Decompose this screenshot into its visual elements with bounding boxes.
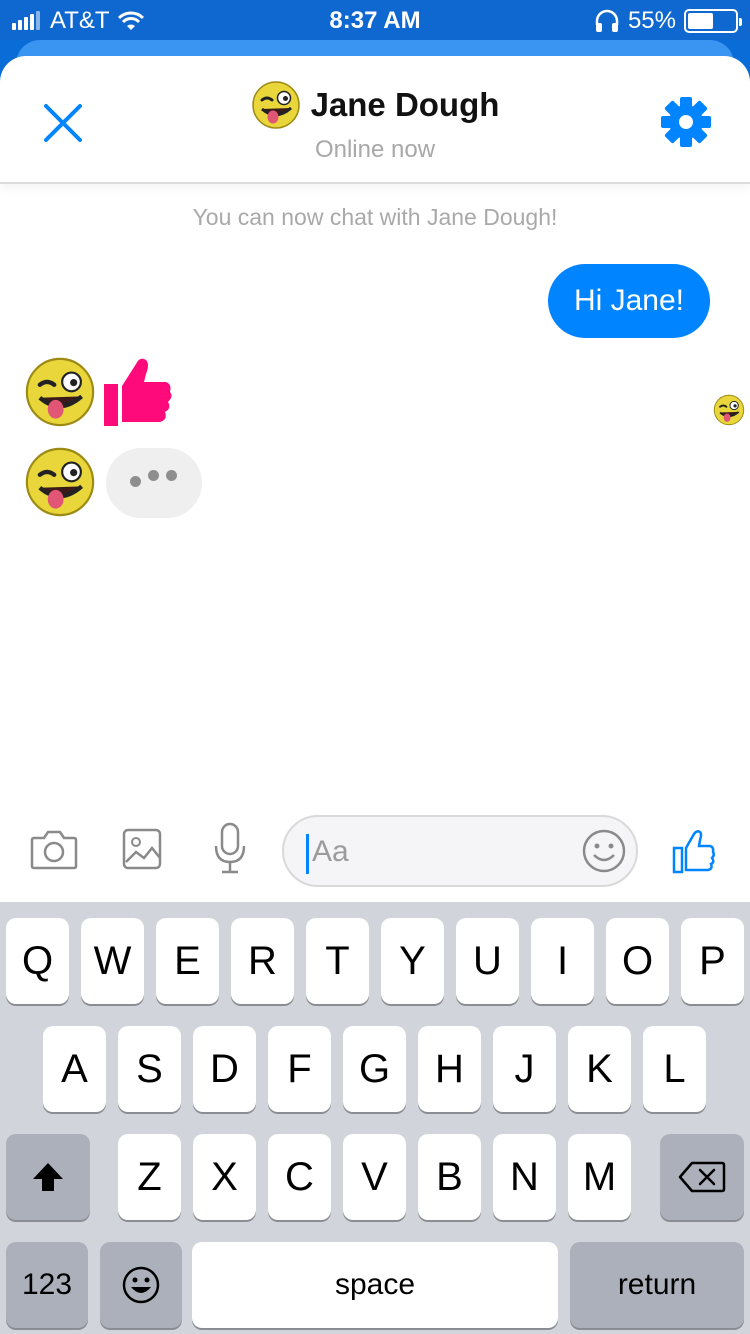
emoji-keyboard-icon (122, 1266, 160, 1304)
space-key[interactable]: space (192, 1242, 558, 1328)
battery-percent: 55% (627, 7, 676, 34)
key-a[interactable]: A (43, 1026, 106, 1112)
image-icon[interactable] (122, 828, 162, 870)
thumbs-up-icon[interactable] (672, 828, 716, 874)
backspace-key[interactable] (660, 1134, 744, 1220)
thumbs-up-icon[interactable] (102, 354, 174, 428)
key-j[interactable]: J (493, 1026, 556, 1112)
message-input[interactable] (312, 829, 562, 875)
microphone-icon[interactable] (212, 822, 248, 874)
key-s[interactable]: S (118, 1026, 181, 1112)
key-i[interactable]: I (531, 918, 594, 1004)
key-d[interactable]: D (193, 1026, 256, 1112)
backspace-icon (678, 1161, 726, 1193)
shift-key[interactable] (6, 1134, 90, 1220)
key-v[interactable]: V (343, 1134, 406, 1220)
message-input-container[interactable] (282, 815, 638, 887)
key-l[interactable]: L (643, 1026, 706, 1112)
key-z[interactable]: Z (118, 1134, 181, 1220)
status-bar: AT&T 8:37 AM 55% (0, 0, 750, 40)
return-key[interactable]: return (570, 1242, 744, 1328)
status-right: 55% (594, 7, 742, 35)
typing-indicator (106, 448, 202, 518)
key-e[interactable]: E (156, 918, 219, 1004)
system-message: You can now chat with Jane Dough! (192, 204, 558, 230)
key-u[interactable]: U (456, 918, 519, 1004)
text-cursor (306, 834, 309, 874)
online-status: Online now (314, 136, 436, 163)
chat-title[interactable]: Jane Dough (0, 80, 750, 130)
camera-icon[interactable] (30, 828, 78, 870)
message-composer (0, 808, 750, 902)
key-t[interactable]: T (306, 918, 369, 1004)
read-receipt-avatar (713, 394, 745, 426)
contact-avatar (25, 357, 95, 427)
key-g[interactable]: G (343, 1026, 406, 1112)
key-y[interactable]: Y (381, 918, 444, 1004)
key-r[interactable]: R (231, 918, 294, 1004)
numbers-key[interactable]: 123 (6, 1242, 88, 1328)
contact-avatar (25, 447, 95, 517)
battery-icon (684, 9, 742, 33)
key-f[interactable]: F (268, 1026, 331, 1112)
key-x[interactable]: X (193, 1134, 256, 1220)
key-w[interactable]: W (81, 918, 144, 1004)
key-h[interactable]: H (418, 1026, 481, 1112)
key-m[interactable]: M (568, 1134, 631, 1220)
gear-icon[interactable] (660, 96, 712, 148)
smiley-icon[interactable] (582, 829, 626, 873)
shift-icon (33, 1163, 63, 1191)
key-k[interactable]: K (568, 1026, 631, 1112)
key-p[interactable]: P (681, 918, 744, 1004)
key-b[interactable]: B (418, 1134, 481, 1220)
headphones-icon (595, 9, 619, 32)
outgoing-message[interactable]: Hi Jane! (547, 264, 710, 338)
key-n[interactable]: N (493, 1134, 556, 1220)
emoji-key[interactable] (100, 1242, 182, 1328)
keyboard: Q W E R T Y U I O P A S D F G H J K L Z … (0, 902, 750, 1334)
chat-header: Jane Dough Online now (0, 56, 750, 184)
key-q[interactable]: Q (6, 918, 69, 1004)
contact-avatar (251, 81, 300, 129)
key-c[interactable]: C (268, 1134, 331, 1220)
key-o[interactable]: O (606, 918, 669, 1004)
contact-name: Jane Dough (310, 86, 500, 123)
